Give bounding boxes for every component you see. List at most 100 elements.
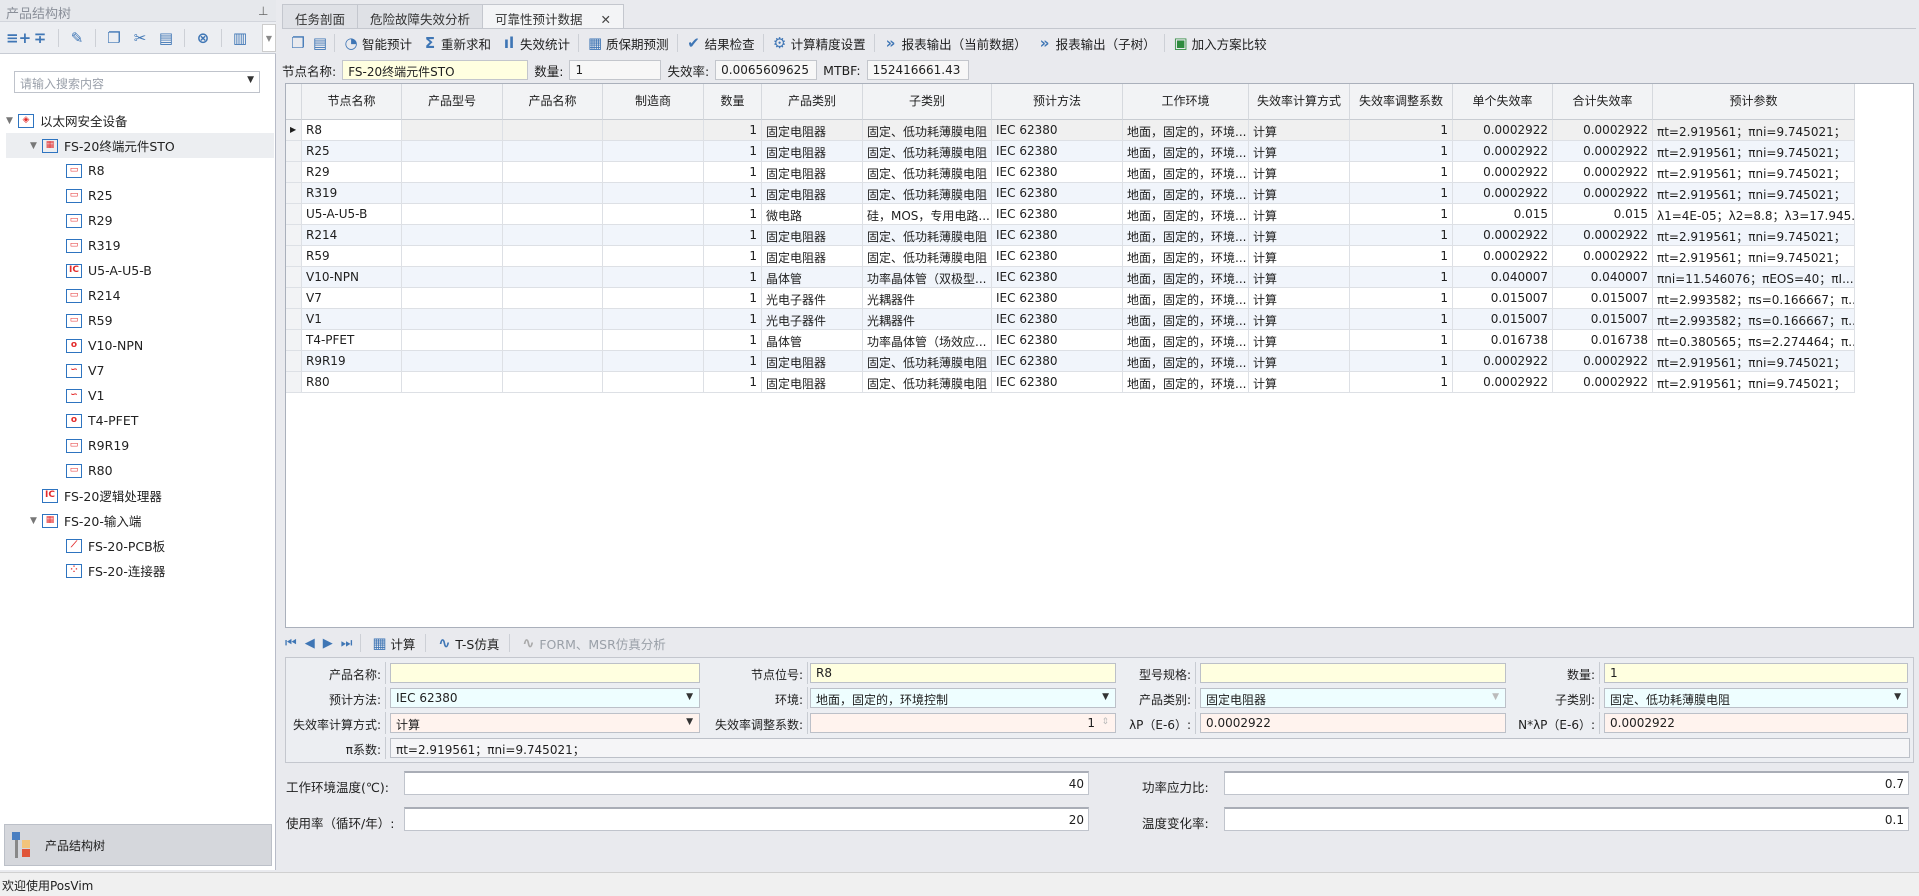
grid-cell[interactable]: πt=2.993582；πs=0.166667；π...: [1653, 309, 1855, 330]
grid-cell[interactable]: 计算: [1249, 225, 1350, 246]
grid-cell[interactable]: πt=2.919561；πni=9.745021；: [1653, 120, 1855, 141]
grid-cell[interactable]: πt=2.993582；πs=0.166667；π...: [1653, 288, 1855, 309]
grid-cell[interactable]: 光耦器件: [863, 288, 992, 309]
grid-cell[interactable]: 固定电阻器: [762, 120, 863, 141]
grid-cell[interactable]: [402, 330, 503, 351]
grid-cell[interactable]: 1: [704, 225, 762, 246]
grid-cell[interactable]: [603, 246, 704, 267]
grid-cell[interactable]: [503, 225, 603, 246]
column-header[interactable]: 子类别: [863, 84, 992, 120]
row-indicator[interactable]: [286, 351, 302, 372]
lp-field[interactable]: 0.0002922: [1200, 713, 1506, 733]
last-record-icon[interactable]: ⏭: [341, 636, 353, 651]
grid-cell[interactable]: 0.0002922: [1553, 225, 1653, 246]
grid-cell[interactable]: [402, 372, 503, 393]
category-field[interactable]: 固定电阻器 ▼: [1200, 688, 1506, 708]
ts-sim-button[interactable]: ∿ T-S仿真: [434, 634, 501, 653]
grid-cell[interactable]: [503, 351, 603, 372]
tree-node[interactable]: ▼ ◈ 以太网安全设备: [6, 108, 274, 133]
grid-cell[interactable]: 0.015007: [1453, 309, 1553, 330]
row-indicator[interactable]: [286, 225, 302, 246]
grid-cell[interactable]: R319: [302, 183, 402, 204]
tree-node[interactable]: ∽ V1: [6, 383, 274, 408]
grid-cell[interactable]: IEC 62380: [992, 267, 1123, 288]
chevron-down-icon[interactable]: ▼: [1102, 692, 1109, 702]
grid-cell[interactable]: 0.0002922: [1453, 372, 1553, 393]
chevron-down-icon[interactable]: ▼: [1492, 692, 1499, 702]
grid-cell[interactable]: [402, 267, 503, 288]
grid-cell[interactable]: 0.0002922: [1453, 225, 1553, 246]
tree-node[interactable]: ▭ R80: [6, 458, 274, 483]
paste-icon[interactable]: ▤: [158, 30, 174, 46]
grid-cell[interactable]: 1: [1350, 120, 1453, 141]
grid-cell[interactable]: IEC 62380: [992, 351, 1123, 372]
grid-cell[interactable]: IEC 62380: [992, 372, 1123, 393]
grid-cell[interactable]: 1: [1350, 183, 1453, 204]
grid-cell[interactable]: [603, 204, 704, 225]
grid-cell[interactable]: [603, 330, 704, 351]
pin-icon[interactable]: ⊥: [258, 4, 268, 18]
grid-cell[interactable]: V7: [302, 288, 402, 309]
grid-cell[interactable]: 地面，固定的，环境...: [1123, 288, 1249, 309]
nlp-field[interactable]: 0.0002922: [1604, 713, 1908, 733]
grid-cell[interactable]: 计算: [1249, 183, 1350, 204]
grid-cell[interactable]: 计算: [1249, 246, 1350, 267]
grid-cell[interactable]: IEC 62380: [992, 204, 1123, 225]
tree-node[interactable]: ▭ R319: [6, 233, 274, 258]
grid-cell[interactable]: 计算: [1249, 141, 1350, 162]
subcat-field[interactable]: 固定、低功耗薄膜电阻 ▼: [1604, 688, 1908, 708]
tree-node[interactable]: o T4-PFET: [6, 408, 274, 433]
column-header[interactable]: 失效率调整系数: [1350, 84, 1453, 120]
grid-cell[interactable]: 0.016738: [1453, 330, 1553, 351]
grid-cell[interactable]: [402, 351, 503, 372]
grid-cell[interactable]: 0.040007: [1553, 267, 1653, 288]
tree-node[interactable]: IC U5-A-U5-B: [6, 258, 274, 283]
grid-cell[interactable]: 固定电阻器: [762, 351, 863, 372]
grid-cell[interactable]: 地面，固定的，环境...: [1123, 372, 1249, 393]
grid-cell[interactable]: R214: [302, 225, 402, 246]
toolbar-button-2[interactable]: ıl 失效统计: [499, 34, 572, 53]
column-header[interactable]: 数量: [704, 84, 762, 120]
grid-cell[interactable]: [603, 162, 704, 183]
edit-icon[interactable]: ✎: [69, 30, 85, 46]
grid-cell[interactable]: [603, 372, 704, 393]
delete-icon[interactable]: ⊗: [195, 30, 211, 46]
grid-cell[interactable]: [503, 204, 603, 225]
column-header[interactable]: 工作环境: [1123, 84, 1249, 120]
grid-cell[interactable]: [503, 141, 603, 162]
cut-icon[interactable]: ✂: [132, 30, 148, 46]
grid-cell[interactable]: 固定电阻器: [762, 162, 863, 183]
toolbar-button-3[interactable]: ▦ 质保期预测: [585, 34, 671, 53]
grid-cell[interactable]: 功率晶体管（双极型...: [863, 267, 992, 288]
grid-cell[interactable]: 1: [704, 351, 762, 372]
row-indicator[interactable]: [286, 246, 302, 267]
column-header[interactable]: 预计方法: [992, 84, 1123, 120]
grid-cell[interactable]: 计算: [1249, 288, 1350, 309]
grid-cell[interactable]: [503, 267, 603, 288]
grid-cell[interactable]: 计算: [1249, 204, 1350, 225]
grid-cell[interactable]: 固定电阻器: [762, 246, 863, 267]
grid-cell[interactable]: 1: [704, 141, 762, 162]
tree-node[interactable]: ▼ ▦ FS-20终端元件STO: [6, 133, 274, 158]
grid-cell[interactable]: R59: [302, 246, 402, 267]
adj-field[interactable]: 1 ⇕: [810, 713, 1116, 733]
grid-cell[interactable]: 0.0002922: [1553, 183, 1653, 204]
product-tree-nav-button[interactable]: 产品结构树: [4, 824, 272, 866]
row-indicator[interactable]: [286, 288, 302, 309]
grid-cell[interactable]: [402, 120, 503, 141]
grid-cell[interactable]: 1: [704, 288, 762, 309]
grid-cell[interactable]: 0.015007: [1453, 288, 1553, 309]
grid-cell[interactable]: 地面，固定的，环境...: [1123, 330, 1249, 351]
grid-cell[interactable]: πt=2.919561；πni=9.745021；: [1653, 372, 1855, 393]
grid-cell[interactable]: 0.0002922: [1453, 120, 1553, 141]
column-header[interactable]: 单个失效率: [1453, 84, 1553, 120]
node-name-field[interactable]: FS-20终端元件STO: [342, 60, 529, 80]
grid-cell[interactable]: [402, 225, 503, 246]
grid-cell[interactable]: 1: [704, 246, 762, 267]
grid-cell[interactable]: 0.016738: [1553, 330, 1653, 351]
grid-cell[interactable]: [503, 246, 603, 267]
tvar-field[interactable]: 0.1: [1224, 807, 1909, 831]
grid-cell[interactable]: πt=2.919561；πni=9.745021；: [1653, 351, 1855, 372]
grid-cell[interactable]: 地面，固定的，环境...: [1123, 225, 1249, 246]
row-indicator[interactable]: [286, 330, 302, 351]
